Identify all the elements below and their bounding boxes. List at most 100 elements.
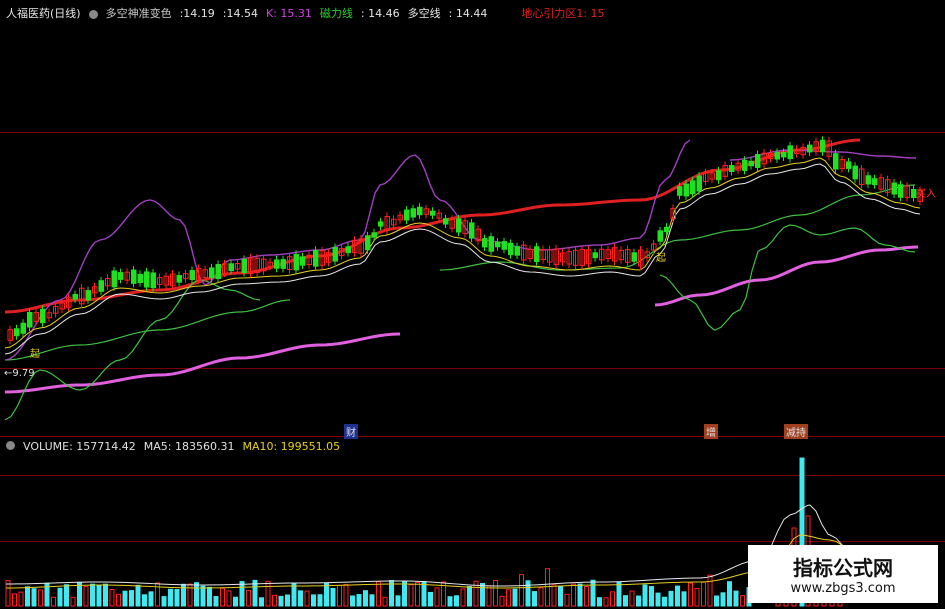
volume-bar [298,590,303,607]
volume-bar [265,580,271,607]
volume-bar [350,595,355,607]
volume-bar [532,591,537,607]
volume-bar [343,583,349,607]
volume-bar [382,596,388,607]
volume-bar [694,587,700,607]
event-marker-finance[interactable]: 财 [344,424,358,439]
volume-bar [168,588,173,607]
volume-bar [616,581,622,607]
volume-bar [317,594,323,607]
volume-bar [64,584,69,607]
volume-bar [421,581,427,607]
volume-bar [402,581,407,607]
volume-bar [57,587,63,607]
volume-bar [330,587,336,607]
volume-bar [18,591,24,607]
volume-bar [460,588,466,607]
volume-chart[interactable] [0,0,945,609]
volume-bar [655,592,661,607]
low-price-label: ←9.79 [4,368,35,379]
volume-bar [109,588,115,607]
volume-value: VOLUME: 157714.42 [23,440,136,453]
volume-bar [285,594,290,607]
volume-bar [51,596,56,607]
volume-bar [467,586,472,607]
volume-bar [512,588,518,607]
volume-bar [681,591,687,607]
volume-bar [688,582,693,607]
volume-bar [545,568,550,607]
volume-bar [564,593,570,607]
volume-bar [272,594,277,607]
buy-signal: 买入 [916,189,936,200]
volume-bar [77,581,82,607]
volume-bar [538,587,544,607]
volume-bar [720,592,726,607]
start-signal-1: 起 [30,349,40,360]
volume-bar [486,585,492,607]
volume-bar [90,583,95,607]
volume-bar [337,584,342,607]
volume-bar [519,574,524,607]
volume-ma10: MA10: 199551.05 [242,440,341,453]
watermark-url: www.zbgs3.com [790,581,896,596]
volume-bar [324,582,329,607]
volume-settings-icon[interactable] [6,441,15,450]
volume-bar [733,590,739,607]
volume-bar [428,591,433,607]
event-marker-reduce[interactable]: 减持 [784,424,808,439]
volume-bar [395,595,401,607]
volume-bar [363,590,368,607]
volume-bar [584,585,589,607]
volume-bar [200,585,206,607]
volume-bar [597,597,602,607]
volume-bar [636,595,641,607]
volume-bar [480,582,485,607]
volume-bar [623,595,628,607]
watermark-title: 指标公式网 [793,556,893,580]
volume-bar [551,584,557,607]
volume-bar [415,582,420,607]
volume-bar [239,581,245,607]
volume-bar [142,594,147,607]
volume-bar [454,595,459,607]
volume-bar [194,582,199,607]
volume-bar [129,590,134,607]
start-signal-2: 起 [656,253,666,264]
volume-bar [311,594,316,607]
event-marker-increase[interactable]: 增 [704,424,718,439]
volume-bar [577,583,583,607]
volume-bar [213,596,219,607]
volume-bar [727,581,732,607]
volume-bar [70,596,76,607]
volume-bar [499,595,505,607]
volume-bar [376,581,381,607]
volume-bar [629,590,635,607]
volume-bar [233,596,238,607]
volume-bar [96,585,102,607]
volume-bar [122,590,128,607]
volume-bar [493,580,498,607]
volume-bar [642,584,648,607]
volume-bar [259,597,264,607]
volume-header: VOLUME: 157714.42 MA5: 183560.31 MA10: 1… [6,440,340,453]
volume-bar [148,591,154,607]
volume-bar [447,596,453,607]
volume-bar [610,591,615,607]
volume-bar [161,596,167,607]
volume-bar [246,589,251,607]
volume-bar [174,589,180,607]
volume-bar [116,593,121,607]
volume-bar [434,587,440,607]
volume-bar [590,579,596,607]
volume-bar [369,594,375,607]
stock-chart-window: 人福医药(日线) 多空神准变色 :14.19 :14.54 K: 15.31 磁… [0,0,945,609]
volume-bar [675,585,680,607]
volume-bar [103,583,108,607]
volume-bar [408,584,414,607]
volume-bar [571,583,576,607]
volume-bar [714,595,719,607]
volume-bar [83,586,89,607]
volume-bar [278,595,284,607]
volume-bar [525,580,531,607]
